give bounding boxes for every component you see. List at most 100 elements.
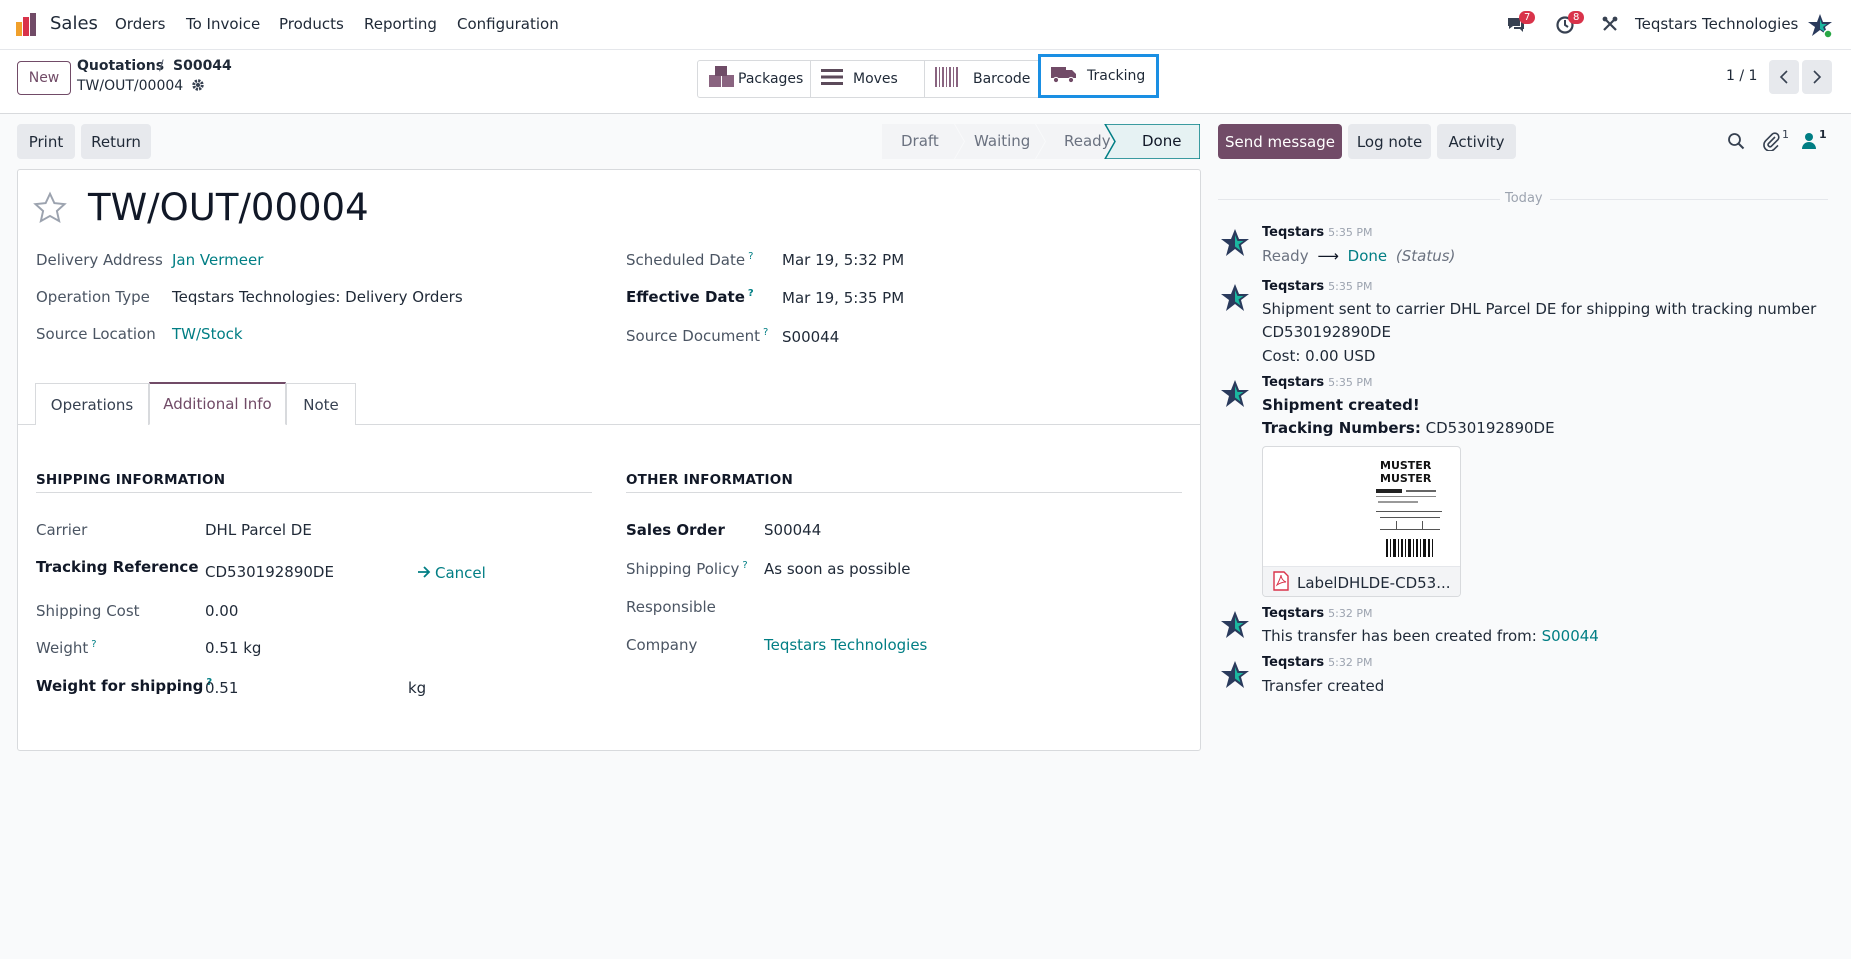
- weight-for-shipping-unit: kg: [408, 679, 427, 697]
- menu-configuration[interactable]: Configuration: [457, 15, 559, 33]
- attachment-name: LabelDHLDE-CD53...: [1297, 573, 1451, 592]
- carrier-value[interactable]: DHL Parcel DE: [205, 521, 312, 539]
- form-sheet: TW/OUT/00004 Delivery Address Jan Vermee…: [17, 169, 1201, 751]
- barcode-smart-button[interactable]: Barcode: [924, 60, 1039, 98]
- origin-order-link[interactable]: S00044: [1542, 627, 1599, 645]
- weight-value: 0.51 kg: [205, 639, 262, 657]
- label-preview-graphic: [1376, 489, 1442, 557]
- arrow-right-icon: [418, 566, 431, 578]
- pager-value[interactable]: 1 / 1: [1726, 68, 1757, 84]
- status-waiting[interactable]: Waiting: [974, 132, 1030, 150]
- menu-to-invoice[interactable]: To Invoice: [186, 15, 260, 33]
- control-panel: New Quotations / S00044 TW/OUT/00004 Pac…: [0, 50, 1851, 114]
- new-button[interactable]: New: [17, 61, 71, 95]
- tab-note[interactable]: Note: [286, 383, 356, 425]
- company-link[interactable]: Teqstars Technologies: [764, 636, 927, 654]
- help-icon[interactable]: ?: [91, 639, 96, 650]
- delivery-address-link[interactable]: Jan Vermeer: [172, 251, 263, 269]
- breadcrumb-separator: /: [159, 58, 164, 74]
- followers-icon[interactable]: [1801, 132, 1817, 154]
- top-navbar: Sales Orders To Invoice Products Reporti…: [0, 0, 1851, 50]
- record-title: TW/OUT/00004: [88, 186, 369, 229]
- breadcrumb-current: TW/OUT/00004: [77, 78, 184, 94]
- log-note-button[interactable]: Log note: [1348, 124, 1431, 159]
- help-icon[interactable]: ?: [763, 327, 768, 338]
- company-label: Company: [626, 636, 698, 654]
- operation-type-label: Operation Type: [36, 288, 150, 306]
- messages-badge: 7: [1519, 11, 1536, 24]
- effective-date-value[interactable]: Mar 19, 5:35 PM: [782, 289, 904, 307]
- shipment-sent-line-1: Shipment sent to carrier DHL Parcel DE f…: [1262, 300, 1817, 318]
- return-button[interactable]: Return: [81, 124, 151, 159]
- sales-order-value[interactable]: S00044: [764, 521, 821, 539]
- barcode-label: Barcode: [973, 71, 1031, 87]
- author-avatar[interactable]: [1219, 659, 1251, 691]
- app-menu-icon[interactable]: [14, 12, 40, 38]
- paperclip-icon[interactable]: [1762, 131, 1780, 155]
- moves-smart-button[interactable]: Moves: [810, 60, 925, 98]
- today-divider-left: [1218, 199, 1500, 200]
- search-icon[interactable]: [1727, 132, 1745, 154]
- moves-label: Moves: [853, 71, 898, 87]
- help-icon[interactable]: ?: [748, 251, 753, 262]
- shipping-policy-value[interactable]: As soon as possible: [764, 560, 910, 578]
- statusbar: Draft Waiting Ready Done: [882, 124, 1200, 159]
- pager-next-button[interactable]: [1802, 60, 1832, 94]
- author-avatar[interactable]: [1219, 609, 1251, 641]
- truck-icon: [1051, 64, 1077, 88]
- transfer-origin-message: This transfer has been created from: S00…: [1262, 627, 1599, 645]
- transfer-created-message: Transfer created: [1262, 677, 1385, 695]
- status-done[interactable]: Done: [1142, 132, 1181, 150]
- message-author: Teqstars 5:32 PM: [1262, 655, 1373, 670]
- user-avatar[interactable]: [1807, 13, 1833, 39]
- activities-badge: 8: [1568, 11, 1585, 24]
- delivery-address-label: Delivery Address: [36, 251, 163, 269]
- weight-label: Weight?: [36, 639, 97, 657]
- tab-note-label: Note: [303, 395, 339, 414]
- status-ready[interactable]: Ready: [1064, 132, 1111, 150]
- source-document-label: Source Document?: [626, 327, 769, 345]
- author-avatar[interactable]: [1219, 282, 1251, 314]
- packages-label: Packages: [738, 71, 804, 87]
- source-location-link[interactable]: TW/Stock: [172, 325, 243, 343]
- tracking-reference-label: Tracking Reference: [36, 558, 199, 576]
- tab-additional-info[interactable]: Additional Info: [149, 382, 286, 425]
- breadcrumb-order[interactable]: S00044: [173, 58, 232, 74]
- menu-orders[interactable]: Orders: [115, 15, 165, 33]
- activity-button[interactable]: Activity: [1437, 124, 1516, 159]
- tracking-reference-value[interactable]: CD530192890DE: [205, 563, 334, 581]
- shipping-policy-label: Shipping Policy?: [626, 560, 748, 578]
- packages-smart-button[interactable]: Packages: [697, 60, 811, 98]
- barcode-icon: [935, 67, 959, 91]
- label-thumbnail-text-2: MUSTER: [1380, 472, 1432, 485]
- tab-operations-label: Operations: [50, 395, 134, 414]
- operation-type-value[interactable]: Teqstars Technologies: Delivery Orders: [172, 288, 463, 306]
- help-icon[interactable]: ?: [742, 560, 747, 571]
- breadcrumb-quotations[interactable]: Quotations: [77, 58, 164, 74]
- help-icon[interactable]: ?: [748, 288, 754, 299]
- menu-reporting[interactable]: Reporting: [364, 15, 437, 33]
- cancel-tracking-button[interactable]: Cancel: [417, 564, 486, 582]
- author-avatar[interactable]: [1219, 227, 1251, 259]
- app-name[interactable]: Sales: [50, 13, 98, 34]
- author-avatar[interactable]: [1219, 378, 1251, 410]
- tracking-smart-button[interactable]: Tracking: [1038, 54, 1159, 98]
- today-label: Today: [1505, 191, 1543, 206]
- tools-icon[interactable]: [1601, 15, 1619, 37]
- followers-count: 1: [1819, 128, 1827, 141]
- pager-previous-button[interactable]: [1769, 60, 1799, 94]
- menu-products[interactable]: Products: [279, 15, 344, 33]
- gear-icon[interactable]: [191, 78, 205, 96]
- star-icon[interactable]: [32, 190, 68, 230]
- weight-for-shipping-input[interactable]: 0.51: [205, 679, 238, 697]
- label-attachment-card[interactable]: MUSTER MUSTER LabelDHLDE-CD53...: [1262, 446, 1461, 597]
- print-button[interactable]: Print: [17, 124, 75, 159]
- tab-operations[interactable]: Operations: [35, 383, 149, 425]
- effective-date-label: Effective Date?: [626, 288, 754, 306]
- shipping-cost-label: Shipping Cost: [36, 602, 140, 620]
- scheduled-date-value[interactable]: Mar 19, 5:32 PM: [782, 251, 904, 269]
- company-switcher[interactable]: Teqstars Technologies: [1635, 15, 1798, 33]
- send-message-button[interactable]: Send message: [1218, 124, 1342, 159]
- status-draft[interactable]: Draft: [901, 132, 939, 150]
- source-document-value[interactable]: S00044: [782, 328, 839, 346]
